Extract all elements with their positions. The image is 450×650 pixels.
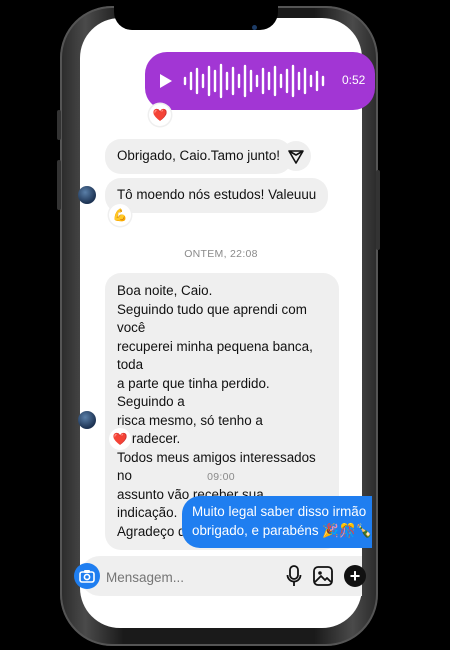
play-icon[interactable] — [159, 73, 173, 89]
flexed-biceps-icon[interactable]: 💪 — [109, 204, 131, 226]
voice-duration: 0:52 — [342, 73, 366, 87]
timestamp: ONTEM, 22:08 — [184, 248, 258, 260]
message-text: Obrigado, Caio.Tamo junto! — [117, 148, 281, 163]
message-line: Seguindo tudo que aprendi com você — [117, 301, 307, 336]
message-line: recuperei minha pequena banca, toda — [117, 338, 313, 373]
avatar[interactable] — [78, 186, 96, 204]
incoming-message[interactable]: Obrigado, Caio.Tamo junto! — [105, 139, 293, 174]
timestamp: 09:00 — [207, 471, 235, 483]
message-line: Muito legal saber disso irmão — [192, 504, 367, 519]
side-button — [57, 160, 61, 210]
message-line: Boa noite, Caio. — [117, 283, 213, 298]
side-button — [57, 110, 61, 140]
avatar[interactable] — [78, 411, 96, 429]
outgoing-message[interactable]: Muito legal saber disso irmão obrigado, … — [182, 496, 372, 548]
side-button — [376, 170, 380, 250]
camera-lens — [252, 25, 257, 30]
camera-icon — [79, 570, 95, 583]
message-input[interactable] — [104, 566, 268, 588]
message-text: Tô moendo nós estudos! Valeuuu — [117, 187, 317, 202]
gallery-icon[interactable] — [313, 566, 333, 586]
camera-button[interactable] — [74, 563, 100, 589]
heart-icon[interactable]: ❤️ — [109, 428, 131, 450]
voice-message-bubble[interactable]: 0:52 — [145, 52, 375, 110]
plus-icon[interactable]: + — [344, 565, 366, 587]
microphone-icon[interactable] — [286, 565, 302, 587]
heart-icon[interactable]: ❤️ — [149, 104, 171, 126]
share-icon[interactable] — [281, 141, 311, 171]
message-line: a parte que tinha perdido. Seguindo a — [117, 375, 270, 410]
incoming-message[interactable]: Tô moendo nós estudos! Valeuuu — [105, 178, 329, 213]
waveform-icon — [183, 63, 325, 99]
message-line: obrigado, e parabéns 🎉🎊🍾 — [192, 522, 372, 538]
message-line: risca mesmo, só tenho a agradecer. — [117, 412, 263, 447]
